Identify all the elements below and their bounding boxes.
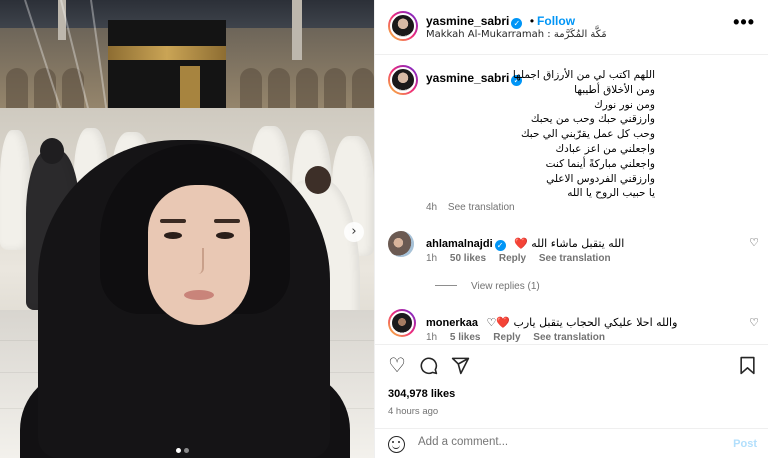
author-username[interactable]: yasmine_sabri xyxy=(426,14,509,28)
carousel-dot xyxy=(184,448,189,453)
follow-button[interactable]: Follow xyxy=(537,14,575,28)
emoji-icon[interactable] xyxy=(388,436,405,453)
comment-username[interactable]: monerkaa xyxy=(426,317,478,329)
comment-reply-button[interactable]: Reply xyxy=(493,332,520,343)
carousel-dot-active xyxy=(176,448,181,453)
comment-text: الله يتقبل ماشاء الله ❤️ xyxy=(514,237,625,250)
comment-text: والله احلا عليكي الحجاب يتقبل يارب ❤️♡ xyxy=(486,316,678,329)
comment-username[interactable]: ahlamalnajdi xyxy=(426,238,493,250)
comment-row: ahlamalnajdi ✓ الله يتقبل ماشاء الله ❤️ xyxy=(426,234,624,252)
comment-icon[interactable] xyxy=(419,356,438,378)
more-horizontal-icon[interactable]: ••• xyxy=(733,12,755,33)
caption-line: يا حبيب الروح يا الله xyxy=(567,187,655,200)
verified-badge-icon: ✓ xyxy=(511,18,523,29)
bookmark-icon[interactable] xyxy=(739,356,756,378)
caption-line: ومن الأخلاق أطيبها xyxy=(574,83,655,96)
share-icon[interactable] xyxy=(451,356,470,378)
heart-icon[interactable]: ♡ xyxy=(388,355,406,375)
caption-username[interactable]: yasmine_sabri xyxy=(426,71,509,85)
post-comment-button[interactable]: Post xyxy=(733,438,757,450)
comment-time: 1h xyxy=(426,253,438,264)
author-avatar[interactable] xyxy=(388,11,418,41)
caption-time: 4h xyxy=(426,202,438,213)
comments-section[interactable]: yasmine_sabri ✓ اللهم اكتب لي من الأرزاق … xyxy=(375,56,768,344)
comment-input[interactable] xyxy=(418,436,718,448)
caption-avatar[interactable] xyxy=(388,65,418,95)
post-photo xyxy=(0,0,374,458)
likes-count[interactable]: 304,978 likes xyxy=(388,388,455,400)
add-comment-bar: Post xyxy=(375,428,768,458)
comment-like-heart-icon[interactable]: ♡ xyxy=(749,316,759,329)
comment-see-translation[interactable]: See translation xyxy=(533,332,605,343)
comment-reply-button[interactable]: Reply xyxy=(499,253,526,264)
view-replies-button[interactable]: View replies (1) xyxy=(435,281,540,292)
comment-row: monerkaa والله احلا عليكي الحجاب يتقبل ي… xyxy=(426,313,677,331)
comment-like-heart-icon[interactable]: ♡ xyxy=(749,236,759,249)
caption-text: اللهم اكتب لي من الأرزاق اجملها ومن الأخل… xyxy=(512,68,655,201)
caption-line: واجعلني مباركةً أينما كنت xyxy=(545,157,655,170)
action-bar: ♡ 304,978 likes 4 hours ago xyxy=(375,344,768,428)
carousel-next-button[interactable]: › xyxy=(344,222,364,242)
carousel-indicator xyxy=(176,448,189,453)
post-header: yasmine_sabri ✓ • Follow Makkah Al-Mukarra… xyxy=(375,0,768,55)
caption-line: واجعلني من اعز عبادك xyxy=(555,142,655,155)
comment-time: 1h xyxy=(426,332,438,343)
caption-line: وحب كل عمل يقرّبني الي حبك xyxy=(520,128,655,141)
caption-line: وارزقني حبك وحب من يحبك xyxy=(530,113,655,126)
verified-badge-icon: ✓ xyxy=(494,240,506,251)
post-time[interactable]: 4 hours ago xyxy=(388,406,438,417)
comment-see-translation[interactable]: See translation xyxy=(539,253,611,264)
comment-likes[interactable]: 50 likes xyxy=(450,253,486,264)
comment-likes[interactable]: 5 likes xyxy=(450,332,481,343)
comment-avatar[interactable] xyxy=(388,309,416,337)
post-media[interactable]: › xyxy=(0,0,374,458)
location-link[interactable]: Makkah Al-Mukarramah : مَكَّة المُكَرَّم… xyxy=(426,29,607,40)
comment-avatar[interactable] xyxy=(388,231,414,257)
caption-line: اللهم اكتب لي من الأرزاق اجملها xyxy=(512,69,655,81)
post-panel: yasmine_sabri ✓ • Follow Makkah Al-Mukarra… xyxy=(374,0,768,458)
caption-see-translation[interactable]: See translation xyxy=(448,202,515,213)
caption-line: وارزقني الفردوس الاعلي xyxy=(546,172,655,185)
caption-line: ومن نور نورك xyxy=(594,98,655,111)
